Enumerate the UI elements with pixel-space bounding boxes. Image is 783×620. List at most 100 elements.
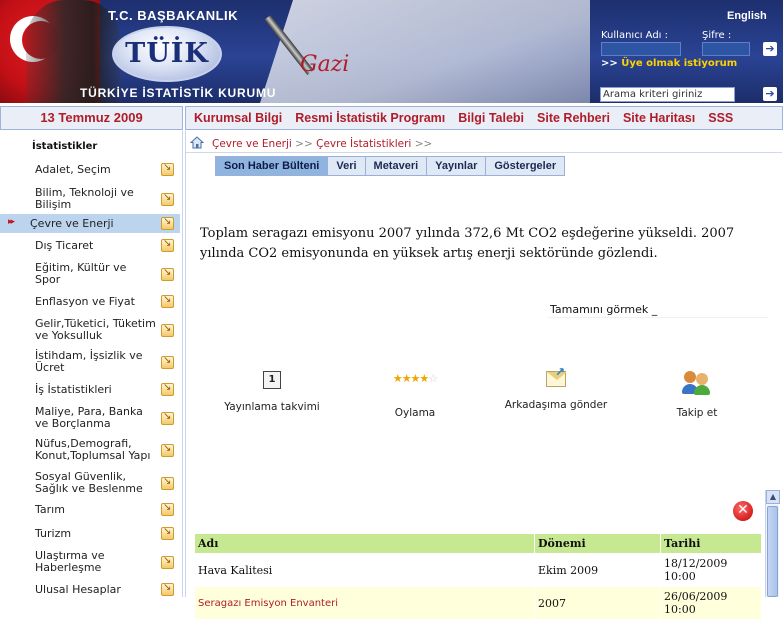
sidebar-item-tarim[interactable]: Tarım [0, 501, 180, 519]
nav-resmi-istatistik-programi[interactable]: Resmi İstatistik Programı [295, 111, 445, 125]
follow-action[interactable]: Takip et [627, 371, 767, 419]
calendar-label[interactable]: Yayınlama takvimi [202, 401, 342, 413]
sidebar-item-label: Eğitim, Kültür ve Spor [35, 261, 127, 286]
sidebar-item-egitim-kultur[interactable]: Eğitim, Kültür ve Spor [0, 260, 180, 288]
sidebar-item-is-istatistikleri[interactable]: İş İstatistikleri [0, 381, 180, 399]
breadcrumb-link-cevre-istatistikleri[interactable]: Çevre İstatistikleri [316, 138, 411, 150]
breadcrumb-bar: Çevre ve Enerji >> Çevre İstatistikleri … [186, 133, 782, 153]
sidebar-item-label: Ulusal Hesaplar [35, 583, 121, 596]
sidebar-item-label: Enflasyon ve Fiyat [35, 295, 135, 308]
arrow-icon[interactable] [161, 476, 174, 490]
content-tabs: Son Haber Bülteni Veri Metaveri Yayınlar… [215, 156, 566, 176]
sidebar-item-label: Nüfus,Demografi, Konut,Toplumsal Yapı [35, 437, 151, 462]
arrow-icon[interactable] [161, 323, 174, 337]
send-to-friend-action[interactable]: ↗ Arkadaşıma gönder [486, 365, 626, 411]
arrow-icon[interactable] [161, 382, 174, 396]
envelope-icon[interactable]: ↗ [546, 365, 567, 387]
arrow-icon[interactable] [161, 411, 174, 425]
arrow-icon[interactable] [161, 238, 174, 252]
sidebar-item-bilim-teknoloji[interactable]: Bilim, Teknoloji ve Bilişim [0, 185, 180, 213]
arrow-icon[interactable] [161, 555, 174, 569]
users-icon[interactable] [681, 371, 713, 395]
sidebar-item-turizm[interactable]: Turizm [0, 525, 180, 543]
arrow-icon[interactable] [161, 502, 174, 516]
scroll-up-icon[interactable]: ▲ [766, 490, 780, 504]
breadcrumb-link-cevre-enerji[interactable]: Çevre ve Enerji [212, 138, 292, 150]
nav-kurumsal-bilgi[interactable]: Kurumsal Bilgi [194, 111, 282, 125]
table-row[interactable]: Seragazı Emisyon Envanteri 2007 26/06/20… [194, 586, 762, 620]
sidebar-item-label: Ulaştırma ve Haberleşme [35, 549, 105, 574]
star-rating-icon[interactable]: ★★★★☆ [388, 371, 442, 395]
arrow-icon[interactable] [161, 294, 174, 308]
tab-son-haber-bulteni[interactable]: Son Haber Bülteni [215, 156, 329, 176]
login-go-button[interactable]: ➔ [763, 42, 777, 56]
signup-link[interactable]: >> Üye olmak istiyorum [601, 58, 737, 69]
nav-site-haritasi[interactable]: Site Haritası [623, 111, 695, 125]
arrow-icon[interactable] [161, 192, 174, 206]
sidebar-item-adalet-secim[interactable]: Adalet, Seçim [0, 161, 180, 179]
signup-link-text[interactable]: Üye olmak istiyorum [621, 58, 737, 69]
password-input[interactable] [702, 42, 750, 56]
search-input[interactable]: Arama kriteri giriniz [600, 87, 735, 102]
nav-sss[interactable]: SSS [708, 111, 733, 125]
row-name[interactable]: Hava Kalitesi [194, 553, 535, 587]
breadcrumb-separator: >> [414, 138, 433, 150]
row-date: 18/12/2009 10:00 [660, 553, 762, 587]
row-date: 26/06/2009 10:00 [660, 586, 762, 620]
column-header-name[interactable]: Adı [194, 533, 535, 554]
sidebar-item-cevre-enerji[interactable]: ▸▸ Çevre ve Enerji [0, 214, 180, 233]
sidebar-item-ulusal-hesaplar[interactable]: Ulusal Hesaplar [0, 581, 180, 599]
sidebar-item-sosyal-guvenlik[interactable]: Sosyal Güvenlik, Sağlık ve Beslenme [0, 469, 180, 497]
username-input[interactable] [601, 42, 681, 56]
sidebar-item-label: İstihdam, İşsizlik ve Ücret [35, 349, 143, 374]
tab-veri[interactable]: Veri [328, 156, 366, 176]
follow-label[interactable]: Takip et [627, 407, 767, 419]
search-go-button[interactable]: ➔ [763, 87, 777, 101]
send-to-friend-label[interactable]: Arkadaşıma gönder [486, 399, 626, 411]
tab-yayinlar[interactable]: Yayınlar [427, 156, 487, 176]
sidebar: İstatistikler Adalet, Seçim Bilim, Tekno… [0, 131, 183, 597]
sidebar-item-gelir-tuketim[interactable]: Gelir,Tüketici, Tüketim ve Yoksulluk [0, 316, 180, 344]
see-all-link[interactable]: Tamamını görmek _ [548, 303, 768, 318]
home-icon[interactable] [190, 136, 204, 149]
close-icon[interactable]: ✕ [733, 501, 753, 521]
sidebar-item-ulastirma[interactable]: Ulaştırma ve Haberleşme [0, 548, 180, 576]
tab-metaveri[interactable]: Metaveri [365, 156, 428, 176]
sidebar-item-dis-ticaret[interactable]: Dış Ticaret [0, 237, 180, 255]
breadcrumb-separator: >> [295, 138, 313, 150]
arrow-icon[interactable] [161, 216, 174, 230]
bulletin-summary: Toplam seragazı emisyonu 2007 yılında 37… [200, 226, 735, 261]
arrow-icon[interactable] [161, 526, 174, 540]
site-header: Gazi T.C. BAŞBAKANLIK TÜİK TÜRKİYE İSTAT… [0, 0, 783, 103]
rating-action[interactable]: ★★★★☆ Oylama [345, 371, 485, 419]
row-name-link[interactable]: Seragazı Emisyon Envanteri [194, 586, 535, 620]
arrow-icon[interactable] [161, 355, 174, 369]
arrow-icon[interactable] [161, 162, 174, 176]
table-header-row: Adı Dönemi Tarihi [194, 533, 762, 554]
column-header-period[interactable]: Dönemi [534, 533, 661, 554]
table-row[interactable]: Hava Kalitesi Ekim 2009 18/12/2009 10:00 [194, 553, 762, 587]
calendar-action[interactable]: 1 Yayınlama takvimi [202, 371, 342, 413]
scroll-thumb[interactable] [767, 506, 778, 597]
send-arrow-icon: ↗ [555, 365, 566, 379]
arrow-icon[interactable] [161, 267, 174, 281]
sidebar-item-label: Bilim, Teknoloji ve Bilişim [35, 186, 134, 211]
calendar-icon[interactable]: 1 [263, 371, 281, 389]
sidebar-item-maliye-para[interactable]: Maliye, Para, Banka ve Borçlanma [0, 404, 180, 432]
column-header-date[interactable]: Tarihi [660, 533, 762, 554]
sidebar-item-label: Dış Ticaret [35, 239, 94, 252]
top-navigation: Kurumsal Bilgi Resmi İstatistik Programı… [185, 106, 783, 130]
sidebar-item-enflasyon-fiyat[interactable]: Enflasyon ve Fiyat [0, 293, 180, 311]
nav-bilgi-talebi[interactable]: Bilgi Talebi [458, 111, 524, 125]
tab-gostergeler[interactable]: Göstergeler [486, 156, 566, 176]
sidebar-item-nufus-demografi[interactable]: Nüfus,Demografi, Konut,Toplumsal Yapı [0, 436, 180, 464]
tuik-logo-text[interactable]: TÜİK [112, 38, 222, 69]
vertical-scrollbar[interactable]: ▲ [765, 490, 780, 597]
arrow-icon[interactable] [161, 582, 174, 596]
sidebar-item-istihdam[interactable]: İstihdam, İşsizlik ve Ücret [0, 348, 180, 376]
rating-label[interactable]: Oylama [345, 407, 485, 419]
arrow-icon[interactable] [161, 443, 174, 457]
english-language-link[interactable]: English [727, 10, 767, 22]
nav-site-rehberi[interactable]: Site Rehberi [537, 111, 610, 125]
main-content: Çevre ve Enerji >> Çevre İstatistikleri … [185, 131, 783, 620]
